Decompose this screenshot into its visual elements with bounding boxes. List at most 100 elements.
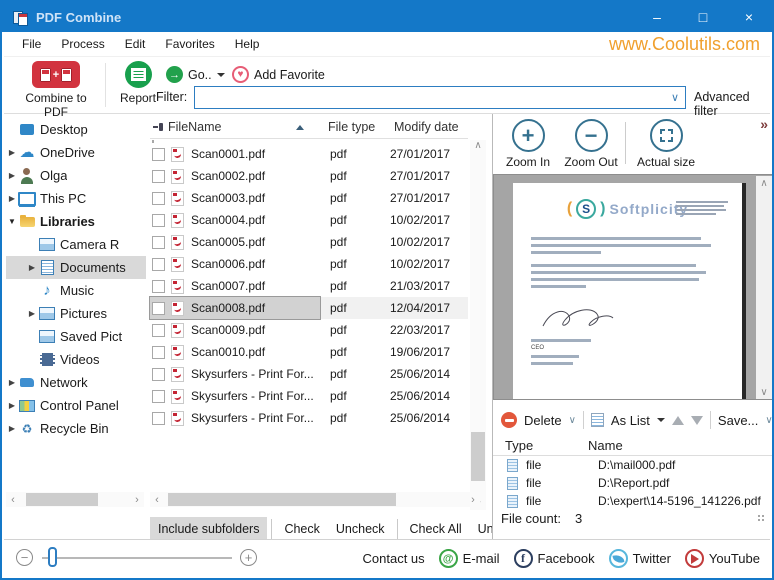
save-button[interactable]: Save...: [718, 413, 758, 428]
file-checkbox[interactable]: [152, 412, 165, 425]
file-name-cell[interactable]: Scan0005.pdf: [150, 231, 320, 253]
file-checkbox[interactable]: [152, 192, 165, 205]
footer-link[interactable]: Twitter: [609, 549, 671, 568]
tree-item[interactable]: Camera R: [6, 233, 146, 256]
tree-item[interactable]: Recycle Bin: [6, 417, 146, 440]
file-checkbox[interactable]: [152, 214, 165, 227]
file-checkbox[interactable]: [152, 346, 165, 359]
tree-item[interactable]: Desktop: [6, 118, 146, 141]
scroll-right-icon[interactable]: ›: [466, 494, 480, 506]
maximize-button[interactable]: □: [680, 2, 726, 32]
expand-arrow-icon[interactable]: [6, 148, 18, 157]
filter-input[interactable]: [195, 87, 671, 108]
file-row[interactable]: Scan0010.pdf pdf 19/06/2017: [150, 341, 468, 363]
file-name-cell[interactable]: Scan0009.pdf: [150, 319, 320, 341]
file-row[interactable]: Skysurfers - Print For... pdf 25/06/2014: [150, 363, 468, 385]
file-name-cell[interactable]: Skysurfers - Print For...: [150, 385, 320, 407]
column-modify-date[interactable]: Modify date: [394, 120, 468, 134]
column-filetype[interactable]: File type: [328, 120, 394, 134]
file-checkbox[interactable]: [152, 390, 165, 403]
tree-item[interactable]: Saved Pict: [6, 325, 146, 348]
file-name-cell[interactable]: Scan0006.pdf: [150, 253, 320, 275]
file-row[interactable]: Scan0007.pdf pdf 21/03/2017: [150, 275, 468, 297]
menu-item[interactable]: Help: [225, 33, 270, 55]
list-action-button[interactable]: Uncheck: [328, 517, 393, 541]
website-link[interactable]: www.Coolutils.com: [609, 34, 760, 55]
file-checkbox[interactable]: [152, 258, 165, 271]
output-row[interactable]: file D:\Report.pdf: [493, 474, 774, 492]
file-row[interactable]: Scan0001.pdf pdf 27/01/2017: [150, 143, 468, 165]
close-button[interactable]: ×: [726, 2, 772, 32]
scroll-up-icon[interactable]: ∧: [756, 178, 772, 189]
tree-item[interactable]: Olga: [6, 164, 146, 187]
tree-item[interactable]: Pictures: [6, 302, 146, 325]
go-button[interactable]: → Go..: [166, 66, 225, 83]
expand-arrow-icon[interactable]: [6, 378, 18, 387]
file-name-cell[interactable]: Scan0003.pdf: [150, 187, 320, 209]
filter-dropdown-chevron[interactable]: ∨: [671, 91, 685, 104]
go-dropdown-caret[interactable]: [217, 73, 225, 77]
file-checkbox[interactable]: [152, 280, 165, 293]
list-action-button[interactable]: Check: [276, 517, 327, 541]
list-action-button[interactable]: Include subfolders: [150, 517, 267, 541]
move-down-icon[interactable]: [691, 416, 703, 425]
zoom-out-button[interactable]: − Zoom Out: [559, 119, 623, 169]
tree-item[interactable]: Music: [6, 279, 146, 302]
tree-item[interactable]: Videos: [6, 348, 146, 371]
scroll-right-icon[interactable]: ›: [130, 494, 144, 506]
contact-us-link[interactable]: Contact us: [363, 551, 425, 566]
file-row[interactable]: Scan0005.pdf pdf 10/02/2017: [150, 231, 468, 253]
tree-item[interactable]: Documents: [6, 256, 146, 279]
delete-button[interactable]: Delete: [524, 413, 562, 428]
output-row[interactable]: file D:\mail000.pdf: [493, 456, 774, 474]
scroll-up-icon[interactable]: ∧: [470, 140, 486, 151]
file-list-header[interactable]: FileName File type Modify date: [150, 116, 468, 139]
file-row[interactable]: Scan0004.pdf pdf 10/02/2017: [150, 209, 468, 231]
document-preview[interactable]: (S) Softplicity: [493, 174, 774, 400]
list-action-button[interactable]: Unche: [470, 517, 492, 541]
actual-size-button[interactable]: Actual size: [631, 119, 701, 169]
delete-dropdown-chevron[interactable]: ∨: [569, 415, 576, 426]
file-row[interactable]: Skysurfers - Print For... pdf 25/06/2014: [150, 407, 468, 429]
slider-thumb[interactable]: [48, 547, 57, 567]
expand-arrow-icon[interactable]: [6, 401, 18, 410]
expand-arrow-icon[interactable]: [26, 309, 38, 318]
slider-minus-icon[interactable]: −: [16, 549, 33, 566]
file-row[interactable]: Skysurfers - Print For... pdf 25/06/2014: [150, 385, 468, 407]
file-name-cell[interactable]: Skysurfers - Print For...: [150, 363, 320, 385]
toolbar-overflow-icon[interactable]: »: [760, 116, 768, 132]
preview-vertical-scrollbar[interactable]: ∧ ∨: [756, 176, 772, 400]
filter-combobox[interactable]: ∨: [194, 86, 686, 109]
scroll-down-icon[interactable]: ∨: [756, 387, 772, 398]
pin-icon[interactable]: [153, 123, 164, 132]
file-name-cell[interactable]: Scan0007.pdf: [150, 275, 320, 297]
save-dropdown-chevron[interactable]: ∨: [765, 415, 772, 426]
slider-plus-icon[interactable]: +: [240, 549, 257, 566]
scroll-left-icon[interactable]: ‹: [150, 494, 164, 506]
file-row[interactable]: Scan0002.pdf pdf 27/01/2017: [150, 165, 468, 187]
expand-arrow-icon[interactable]: [6, 194, 18, 203]
file-row[interactable]: Scan0009.pdf pdf 22/03/2017: [150, 319, 468, 341]
file-checkbox[interactable]: [152, 324, 165, 337]
menu-item[interactable]: Process: [51, 33, 114, 55]
file-name-cell[interactable]: Scan0004.pdf: [150, 209, 320, 231]
zoom-in-button[interactable]: + Zoom In: [499, 119, 557, 169]
file-checkbox[interactable]: [152, 236, 165, 249]
slider-track[interactable]: [42, 557, 232, 559]
expand-arrow-icon[interactable]: [6, 424, 18, 433]
file-checkbox[interactable]: [152, 368, 165, 381]
file-row[interactable]: Scan0008.pdf pdf 12/04/2017: [150, 297, 468, 319]
tree-item[interactable]: Network: [6, 371, 146, 394]
menu-item[interactable]: Edit: [115, 33, 156, 55]
as-list-button[interactable]: As List: [611, 413, 650, 428]
file-checkbox[interactable]: [152, 302, 165, 315]
file-list-horizontal-scrollbar[interactable]: ‹ ›: [150, 492, 480, 507]
tree-item[interactable]: This PC: [6, 187, 146, 210]
move-up-icon[interactable]: [672, 416, 684, 425]
scrollbar-thumb[interactable]: [26, 493, 98, 506]
sidebar-horizontal-scrollbar[interactable]: ‹ ›: [6, 492, 144, 507]
tree-item[interactable]: Libraries: [6, 210, 146, 233]
column-name[interactable]: Name: [588, 438, 623, 453]
file-row[interactable]: Scan0003.pdf pdf 27/01/2017: [150, 187, 468, 209]
expand-arrow-icon[interactable]: [6, 217, 18, 226]
